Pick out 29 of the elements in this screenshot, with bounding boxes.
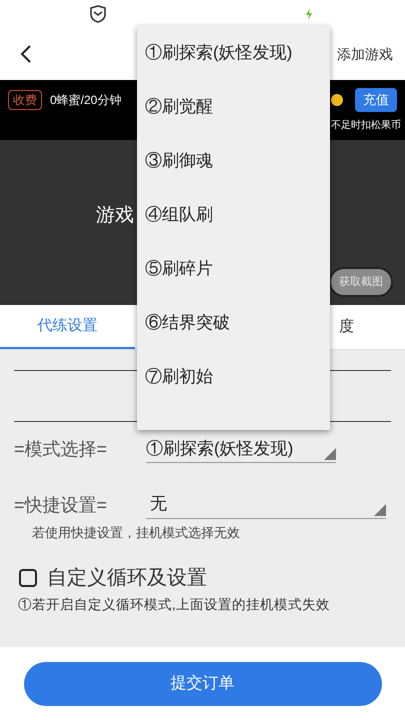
menu-item[interactable]: ③刷御魂 — [137, 134, 330, 188]
shortcut-label: =快捷设置= — [14, 494, 108, 516]
price-text: 0蜂蜜/20分钟 — [50, 92, 122, 109]
submit-order-button[interactable]: 提交订单 — [24, 662, 382, 706]
menu-item[interactable]: ④组队刷 — [137, 188, 330, 242]
menu-item[interactable]: ⑦刷初始 — [137, 350, 330, 404]
coin-icon — [331, 94, 343, 106]
menu-item[interactable]: ⑤刷碎片 — [137, 242, 330, 296]
tab[interactable]: 度 — [337, 305, 405, 349]
menu-item[interactable]: ⑥结界突破 — [137, 296, 330, 350]
mode-label: =模式选择= — [14, 438, 108, 461]
shortcut-select[interactable]: 无 — [146, 491, 386, 519]
billing-note: 不足时扣松果币 — [331, 118, 401, 132]
shield-icon — [88, 4, 108, 24]
mode-select[interactable]: ①刷探索(妖怪发现) — [146, 436, 336, 463]
recharge-button[interactable]: 充值 — [355, 88, 397, 112]
custom-loop-note: ①若开启自定义循环模式,上面设置的挂机模式失效 — [18, 596, 331, 614]
add-game-link[interactable]: 添加游戏 — [337, 44, 393, 64]
preview-title: 游戏 — [96, 204, 134, 228]
custom-loop-label: 自定义循环及设置 — [47, 566, 207, 590]
menu-item[interactable]: ①刷探索(妖怪发现) — [137, 26, 330, 80]
dropdown-triangle-icon — [324, 448, 336, 460]
shortcut-hint: 若使用快捷设置，挂机模式选择无效 — [32, 524, 241, 542]
fee-tag: 收费 — [8, 90, 42, 110]
custom-loop-checkbox[interactable] — [19, 568, 37, 586]
menu-item[interactable]: ②刷觉醒 — [137, 80, 330, 134]
charging-icon — [305, 8, 313, 20]
back-icon[interactable] — [20, 44, 32, 64]
dropdown-triangle-icon — [374, 504, 386, 516]
